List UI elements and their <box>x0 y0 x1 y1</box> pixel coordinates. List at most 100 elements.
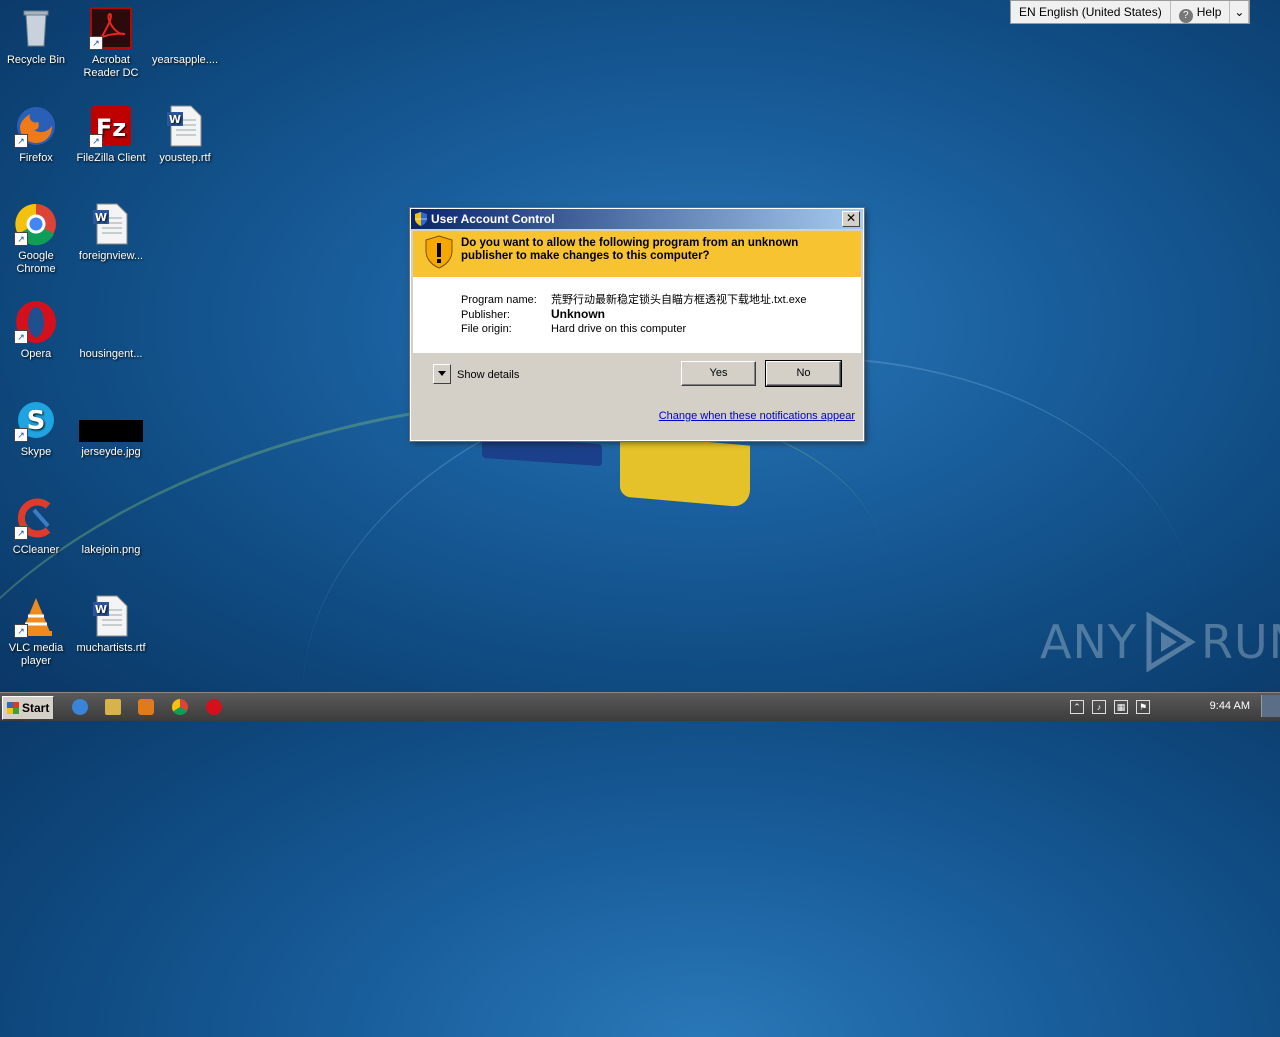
taskbar: Start ⌃ ♪ ▦ ⚑ 9:44 AM <box>0 692 1280 721</box>
desktop-icon-acrobat[interactable]: ↗ Acrobat Reader DC <box>76 6 146 80</box>
shortcut-arrow-icon: ↗ <box>14 330 28 344</box>
shortcut-arrow-icon: ↗ <box>14 624 28 638</box>
program-name-row: Program name: 荒野行动最新稳定锁头自瞄方框透视下载地址.txt.ex… <box>461 291 806 307</box>
desktop-icon-filezilla[interactable]: Fz ↗ FileZilla Client <box>76 104 146 165</box>
windows-logo-pane <box>620 434 750 508</box>
network-icon[interactable]: ▦ <box>1114 700 1128 714</box>
show-details-toggle[interactable] <box>433 364 451 384</box>
desktop-icon-label: Opera <box>20 348 52 360</box>
windows-flag-icon <box>7 702 19 714</box>
shortcut-arrow-icon: ↗ <box>14 526 28 540</box>
play-icon <box>1146 612 1196 672</box>
file-explorer-icon[interactable] <box>105 699 121 715</box>
chevron-down-icon: ⌄ <box>1234 5 1245 19</box>
start-button[interactable]: Start <box>2 696 54 720</box>
desktop-icon-label: lakejoin.png <box>81 544 141 556</box>
flag-icon[interactable]: ⚑ <box>1136 700 1150 714</box>
desktop-icon-label: jerseyde.jpg <box>81 446 141 458</box>
file-origin-row: File origin: Hard drive on this computer <box>461 323 686 335</box>
uac-dialog: User Account Control ✕ Do you want to al… <box>410 208 864 441</box>
langbar-options-button[interactable]: ⌄ <box>1230 1 1250 23</box>
desktop-icon-label: Acrobat Reader DC <box>83 54 139 79</box>
desktop-icon-label: Skype <box>20 446 52 458</box>
image-thumbnail-icon <box>79 398 143 442</box>
desktop-icon-label: FileZilla Client <box>76 152 146 164</box>
publisher-value: Unknown <box>551 307 605 321</box>
language-selector[interactable]: EN English (United States) <box>1011 1 1171 23</box>
desktop-icon-foreignview[interactable]: W foreignview... <box>76 202 146 263</box>
chrome-icon[interactable] <box>172 699 188 715</box>
internet-explorer-icon[interactable] <box>72 699 88 715</box>
image-thumbnail-icon <box>89 496 133 540</box>
firefox-icon: ↗ <box>14 104 58 148</box>
shortcut-arrow-icon: ↗ <box>14 428 28 442</box>
desktop-icon-jerseyde[interactable]: jerseyde.jpg <box>76 398 146 459</box>
help-icon: ? <box>1178 9 1193 23</box>
no-button[interactable]: No <box>765 360 842 387</box>
recycle-bin-icon <box>14 6 58 50</box>
desktop-icon-recycle-bin[interactable]: Recycle Bin <box>1 6 71 67</box>
desktop-icon-vlc[interactable]: ↗ VLC media player <box>1 594 71 668</box>
desktop-icon-muchartists[interactable]: W muchartists.rtf <box>76 594 146 655</box>
warning-shield-icon <box>425 235 453 269</box>
show-desktop-button[interactable] <box>1261 695 1280 717</box>
desktop-icon-youstep[interactable]: W youstep.rtf <box>150 104 220 165</box>
yes-button[interactable]: Yes <box>681 361 756 386</box>
desktop-icon-label: muchartists.rtf <box>76 642 146 654</box>
desktop-icon-label: youstep.rtf <box>159 152 211 164</box>
program-info-panel: Program name: 荒野行动最新稳定锁头自瞄方框透视下载地址.txt.ex… <box>413 277 861 353</box>
svg-text:W: W <box>95 603 107 616</box>
change-notifications-link[interactable]: Change when these notifications appear <box>659 410 855 422</box>
system-tray: ⌃ ♪ ▦ ⚑ <box>1070 697 1150 717</box>
program-name-label: Program name: <box>461 294 537 306</box>
publisher-label: Publisher: <box>461 309 510 321</box>
desktop-icon-label: CCleaner <box>12 544 60 556</box>
word-document-icon: W <box>89 202 133 246</box>
warning-banner: Do you want to allow the following progr… <box>413 231 861 277</box>
acrobat-icon: ↗ <box>89 6 133 50</box>
file-icon <box>163 6 207 50</box>
chevron-up-icon[interactable]: ⌃ <box>1070 700 1084 714</box>
opera-icon[interactable] <box>206 699 222 715</box>
desktop-icon-google-chrome[interactable]: ↗ Google Chrome <box>1 202 71 276</box>
start-label: Start <box>22 701 50 715</box>
word-document-icon: W <box>89 594 133 638</box>
file-origin-value: Hard drive on this computer <box>551 323 687 335</box>
svg-text:W: W <box>95 211 107 224</box>
shortcut-arrow-icon: ↗ <box>14 134 28 148</box>
desktop-icon-housingent[interactable]: housingent... <box>76 300 146 361</box>
help-button[interactable]: ? Help <box>1171 1 1231 23</box>
show-details-label[interactable]: Show details <box>457 369 519 381</box>
dialog-titlebar[interactable]: User Account Control ✕ <box>411 209 863 229</box>
vlc-icon: ↗ <box>14 594 58 638</box>
dialog-title: User Account Control <box>431 212 555 226</box>
program-name-value: 荒野行动最新稳定锁头自瞄方框透视下载地址.txt.exe <box>551 294 807 306</box>
clock[interactable]: 9:44 AM <box>1210 700 1250 712</box>
filezilla-icon: Fz ↗ <box>89 104 133 148</box>
shortcut-arrow-icon: ↗ <box>89 134 103 148</box>
desktop-icon-yearsapple[interactable]: yearsapple.... <box>150 6 220 67</box>
desktop-icon-lakejoin[interactable]: lakejoin.png <box>76 496 146 557</box>
desktop-icon-label: Recycle Bin <box>6 54 66 66</box>
chrome-icon: ↗ <box>14 202 58 246</box>
shortcut-arrow-icon: ↗ <box>89 36 103 50</box>
desktop-icon-label: Google Chrome <box>16 250 56 275</box>
media-player-icon[interactable] <box>138 699 154 715</box>
desktop-icon-label: housingent... <box>79 348 143 360</box>
uac-shield-icon <box>415 212 427 226</box>
desktop-icon-label: yearsapple.... <box>151 54 219 66</box>
desktop-icon-firefox[interactable]: ↗ Firefox <box>1 104 71 165</box>
shortcut-arrow-icon: ↗ <box>14 232 28 246</box>
desktop-icon-skype[interactable]: S ↗ Skype <box>1 398 71 459</box>
desktop-icon-label: Firefox <box>19 152 53 164</box>
desktop-icon-ccleaner[interactable]: ↗ CCleaner <box>1 496 71 557</box>
watermark-right-text: RUN <box>1200 615 1280 669</box>
file-origin-label: File origin: <box>461 323 512 335</box>
desktop-icon-label: VLC media player <box>8 642 64 667</box>
desktop-icon-opera[interactable]: ↗ Opera <box>1 300 71 361</box>
anyrun-watermark: ANY RUN <box>1040 612 1280 672</box>
desktop-icon-label: foreignview... <box>78 250 144 262</box>
volume-icon[interactable]: ♪ <box>1092 700 1106 714</box>
help-label: Help <box>1196 5 1222 19</box>
close-button[interactable]: ✕ <box>842 211 860 227</box>
